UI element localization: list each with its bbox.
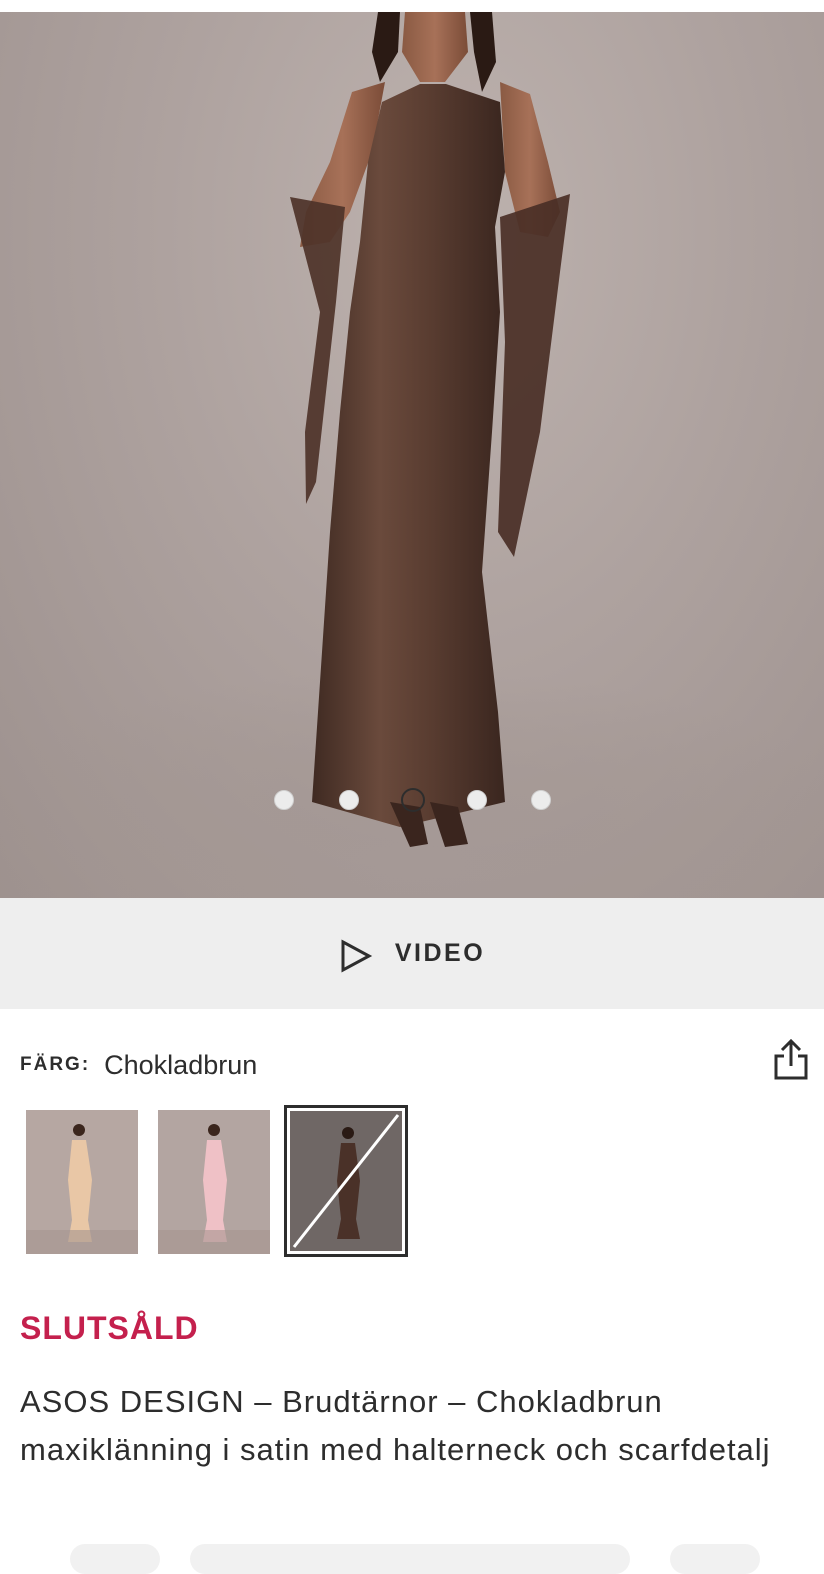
product-title: ASOS DESIGN – Brudtärnor – Chokladbrun m… [20, 1384, 771, 1467]
video-label: VIDEO [394, 939, 486, 967]
color-swatch-pink[interactable] [158, 1110, 270, 1254]
carousel-dot[interactable] [274, 790, 294, 810]
share-icon[interactable] [770, 1038, 812, 1082]
swatch-thumbnail [158, 1110, 270, 1254]
color-value: Chokladbrun [104, 1049, 258, 1080]
product-image-carousel[interactable] [0, 12, 824, 898]
color-selector-label: FÄRG: Chokladbrun [20, 1045, 257, 1085]
video-button[interactable]: VIDEO [0, 898, 824, 1009]
carousel-dot[interactable] [531, 790, 551, 810]
swatch-thumbnail [26, 1110, 138, 1254]
carousel-dot-active[interactable] [401, 788, 425, 812]
color-swatch-peach[interactable] [26, 1110, 138, 1254]
product-photo [0, 12, 824, 898]
carousel-dot[interactable] [339, 790, 359, 810]
play-icon [341, 938, 373, 973]
stock-status: SLUTSÅLD [20, 1310, 199, 1346]
color-key: FÄRG: [20, 1054, 91, 1075]
swatch-thumbnail [290, 1111, 402, 1251]
bottom-control [190, 1544, 630, 1574]
top-gap [0, 0, 824, 12]
carousel-dot[interactable] [467, 790, 487, 810]
bottom-control [670, 1544, 760, 1574]
bottom-control [70, 1544, 160, 1574]
carousel-pagination [0, 788, 824, 816]
color-swatch-chocolate-selected[interactable] [284, 1105, 408, 1257]
